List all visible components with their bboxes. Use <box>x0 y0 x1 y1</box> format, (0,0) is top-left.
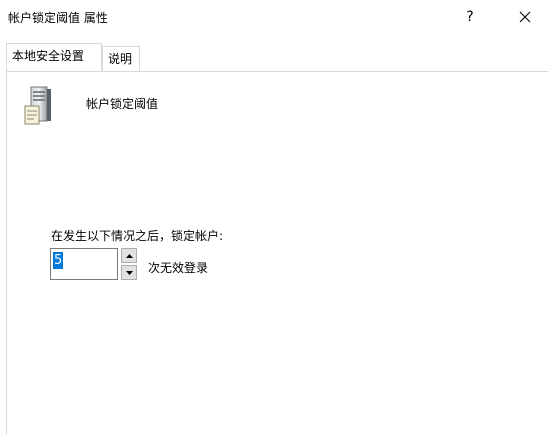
spin-up-button[interactable] <box>121 248 137 263</box>
help-icon: ? <box>466 9 474 25</box>
spin-down-button[interactable] <box>121 265 137 280</box>
tab-label: 本地安全设置 <box>12 49 85 63</box>
policy-name: 帐户锁定阈值 <box>86 97 159 111</box>
close-button[interactable] <box>502 0 548 34</box>
close-icon <box>519 11 531 23</box>
help-button[interactable]: ? <box>447 0 493 34</box>
lockout-threshold-input[interactable]: 5 <box>50 248 118 280</box>
threshold-unit-label: 次无效登录 <box>148 261 209 275</box>
window-title: 帐户锁定阈值 属性 <box>8 11 108 25</box>
server-policy-icon <box>24 86 51 125</box>
lockout-instruction: 在发生以下情况之后，锁定帐户: <box>51 229 224 243</box>
tab-explain[interactable]: 说明 <box>102 46 140 72</box>
tab-label: 说明 <box>108 52 133 66</box>
chevron-up-icon <box>125 253 133 258</box>
chevron-down-icon <box>125 270 133 275</box>
tab-local-security-setting[interactable]: 本地安全设置 <box>6 43 102 71</box>
threshold-value: 5 <box>53 252 64 269</box>
title-bar: 帐户锁定阈值 属性 ? <box>0 0 548 34</box>
tab-strip: 本地安全设置 说明 <box>0 43 548 72</box>
threshold-spinner <box>121 248 137 280</box>
